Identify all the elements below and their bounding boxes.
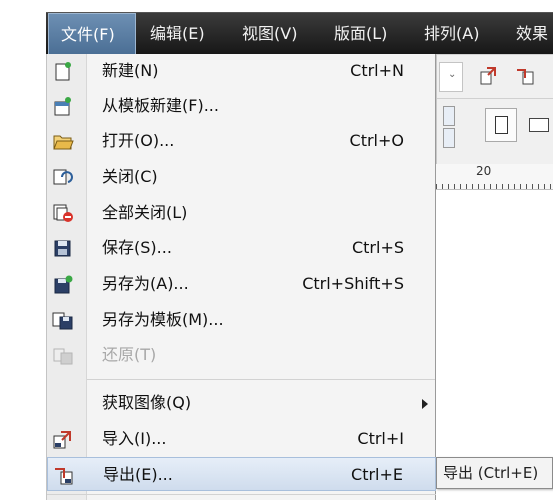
spinner-control[interactable]	[443, 106, 457, 150]
toolbar-divider	[437, 98, 553, 99]
menu-file[interactable]: 文件(F)	[48, 13, 136, 55]
menu-item-shortcut: Ctrl+E	[351, 465, 403, 484]
menu-item-new-from-template[interactable]: 从模板新建(F)...	[47, 89, 436, 123]
menu-item-close[interactable]: 关闭(C)	[47, 160, 436, 194]
import-icon[interactable]	[479, 64, 501, 86]
chevron-down-icon: ⌄	[448, 69, 457, 80]
menu-arrange[interactable]: 排列(A)	[424, 13, 479, 55]
menu-item-label: 关闭(C)	[102, 167, 158, 186]
menu-item-import[interactable]: 导入(I)... Ctrl+I	[47, 422, 436, 456]
menu-item-save-as-template[interactable]: 另存为模板(M)...	[47, 303, 436, 337]
menu-item-save[interactable]: 保存(S)... Ctrl+S	[47, 231, 436, 265]
menu-item-label: 还原(T)	[102, 345, 157, 364]
new-document-icon	[52, 61, 74, 81]
ruler: 20	[436, 164, 553, 190]
menu-item-label: 全部关闭(L)	[102, 203, 188, 222]
menu-item-label: 导出(E)...	[103, 465, 173, 484]
close-all-icon	[52, 203, 74, 223]
submenu-arrow-icon	[422, 399, 428, 409]
menu-item-shortcut: Ctrl+O	[349, 131, 404, 150]
menu-item-label: 导入(I)...	[102, 429, 167, 448]
export-icon	[53, 465, 75, 485]
close-document-icon	[52, 167, 74, 187]
menu-item-label: 另存为(A)...	[102, 274, 189, 293]
menu-view[interactable]: 视图(V)	[242, 13, 297, 55]
menu-item-shortcut: Ctrl+I	[357, 429, 404, 448]
ruler-ticks	[436, 184, 553, 189]
menu-item-acquire-image[interactable]: 获取图像(Q)	[47, 386, 436, 420]
import-icon	[52, 429, 74, 449]
tooltip: 导出 (Ctrl+E)	[436, 457, 553, 489]
export-icon[interactable]	[515, 64, 537, 86]
menu-effects[interactable]: 效果	[516, 13, 548, 55]
toolbar-dropdown[interactable]: ⌄	[439, 62, 463, 92]
menu-item-shortcut: Ctrl+N	[350, 61, 404, 80]
menu-item-revert[interactable]: 还原(T)	[47, 338, 436, 372]
menu-item-label: 获取图像(Q)	[102, 393, 192, 412]
menu-item-close-all[interactable]: 全部关闭(L)	[47, 196, 436, 230]
menu-item-new[interactable]: 新建(N) Ctrl+N	[47, 54, 436, 88]
menu-item-save-as[interactable]: 另存为(A)... Ctrl+Shift+S	[47, 267, 436, 301]
menu-bar: 文件(F) 编辑(E) 视图(V) 版面(L) 排列(A) 效果	[46, 12, 553, 55]
menu-separator	[87, 379, 435, 380]
toolbar-area: ⌄	[436, 54, 553, 164]
new-from-template-icon	[52, 96, 74, 116]
menu-item-label: 另存为模板(M)...	[102, 310, 224, 329]
menu-item-label: 保存(S)...	[102, 238, 172, 257]
menu-item-label: 新建(N)	[102, 61, 159, 80]
save-as-icon	[52, 274, 74, 294]
menu-item-export[interactable]: 导出(E)... Ctrl+E	[47, 457, 436, 491]
menu-item-shortcut: Ctrl+S	[351, 238, 404, 257]
open-folder-icon	[52, 131, 74, 151]
menu-item-label: 从模板新建(F)...	[102, 96, 219, 115]
revert-icon	[52, 345, 74, 365]
landscape-button[interactable]	[529, 118, 549, 132]
menu-layout[interactable]: 版面(L)	[334, 13, 387, 55]
ruler-label: 20	[476, 164, 492, 178]
file-menu: 新建(N) Ctrl+N 从模板新建(F)... 打开(O)... Ctrl+O…	[46, 54, 436, 500]
portrait-button[interactable]	[485, 108, 517, 142]
menu-item-shortcut: Ctrl+Shift+S	[302, 274, 404, 293]
menu-edit[interactable]: 编辑(E)	[150, 13, 205, 55]
save-as-template-icon	[52, 310, 74, 330]
menu-item-label: 打开(O)...	[102, 131, 175, 150]
menu-item-open[interactable]: 打开(O)... Ctrl+O	[47, 124, 436, 158]
menu-bottom-edge	[47, 494, 436, 495]
save-icon	[52, 238, 74, 258]
